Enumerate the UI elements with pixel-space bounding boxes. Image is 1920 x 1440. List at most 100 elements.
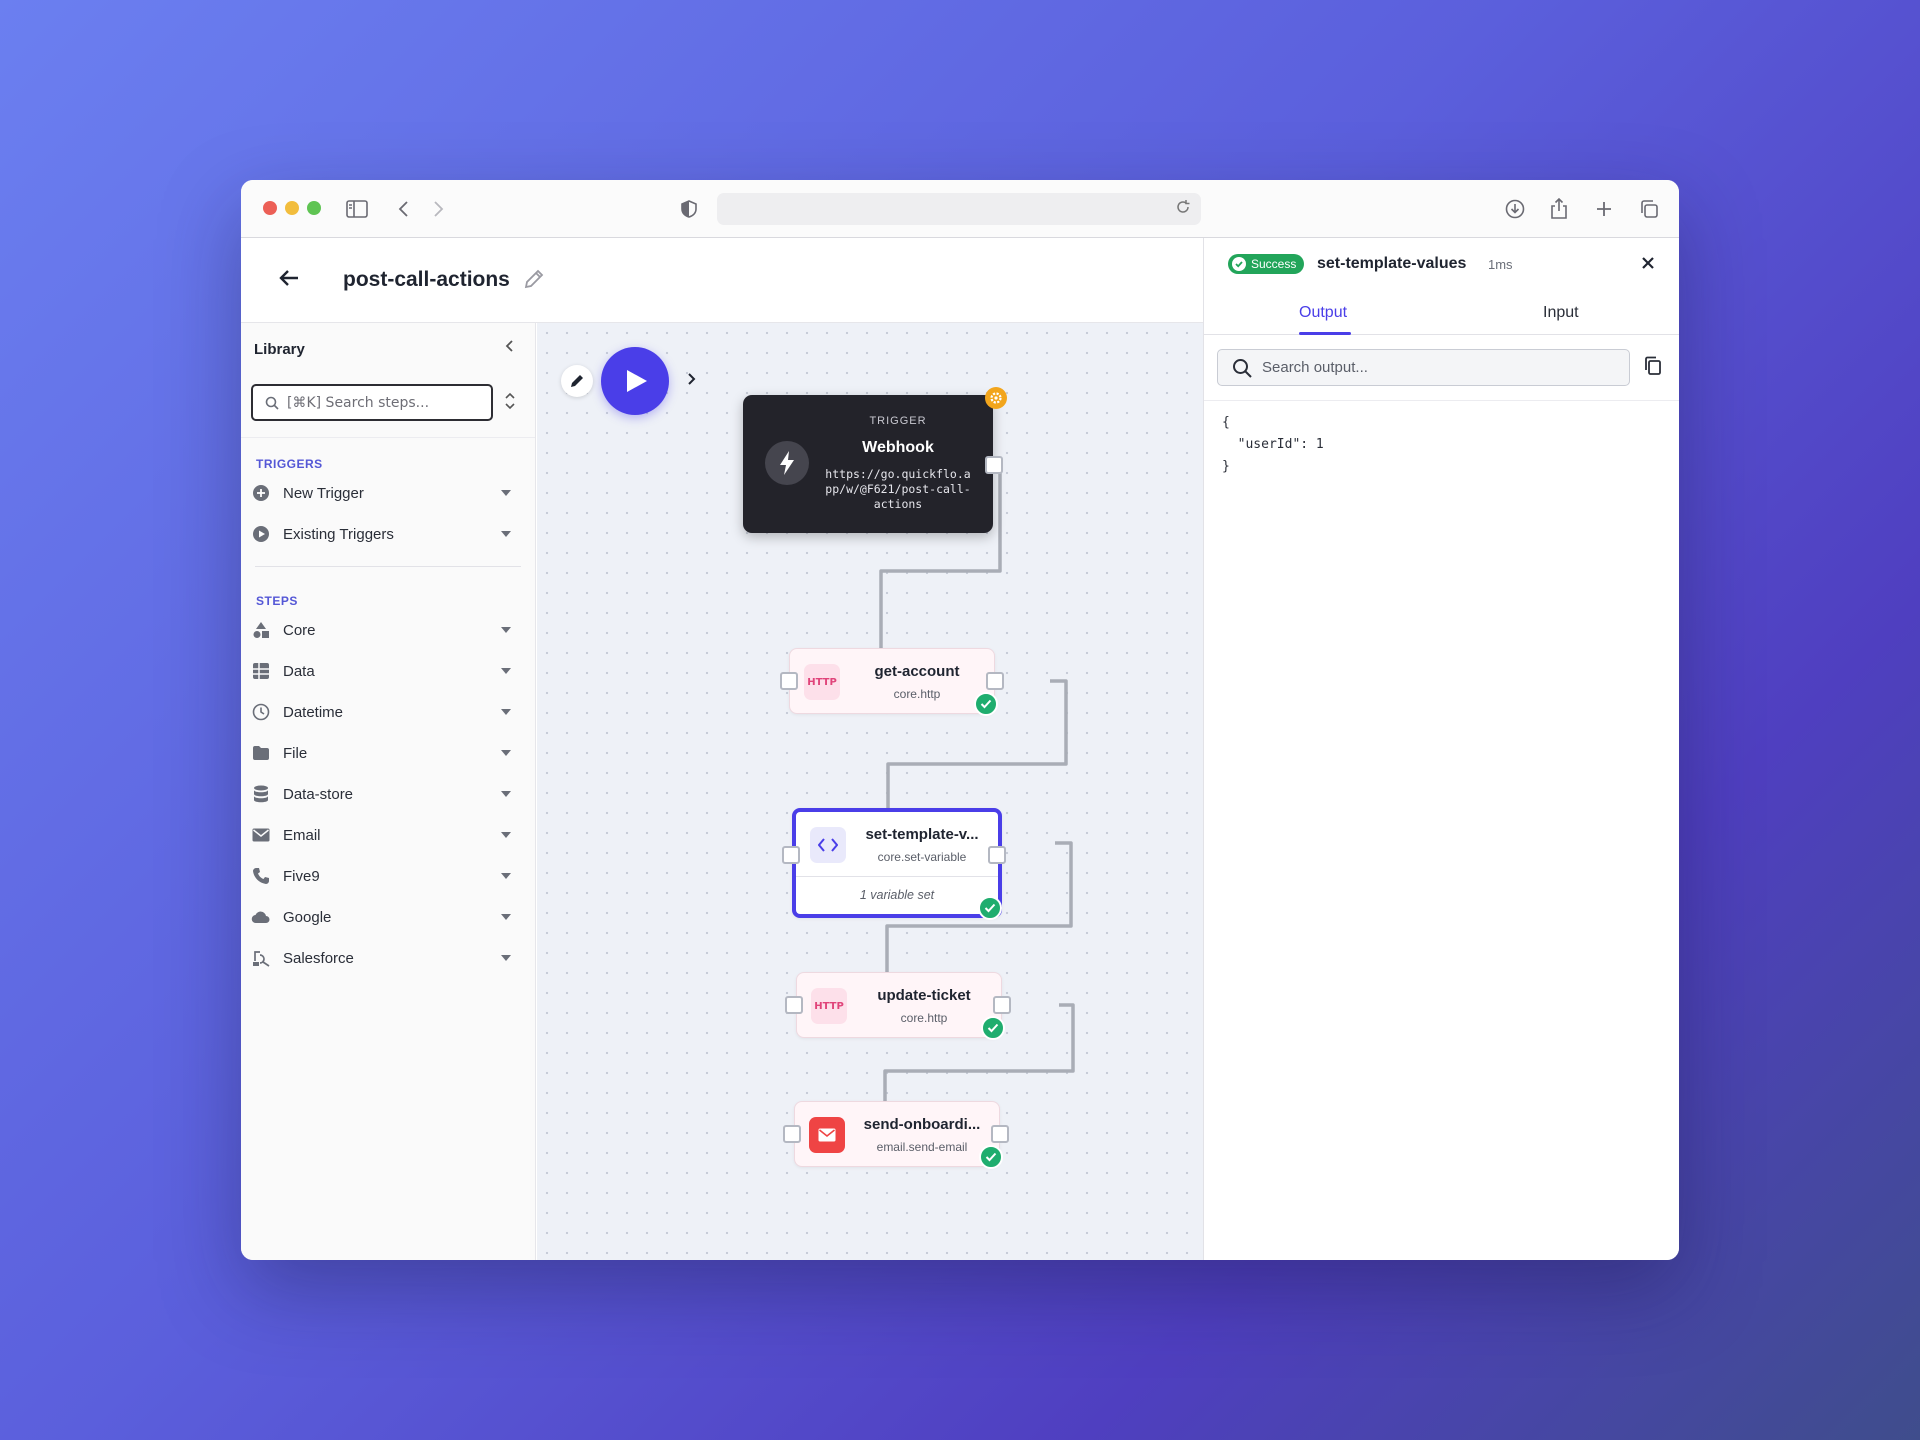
- tab-overview-icon[interactable]: [1637, 197, 1661, 221]
- close-window-button[interactable]: [263, 201, 277, 215]
- panel-tabs: Output Input: [1204, 292, 1679, 335]
- code-brackets-icon: [810, 827, 846, 863]
- success-check-icon: [979, 1145, 1003, 1169]
- library-item-label: New Trigger: [283, 484, 364, 502]
- clock-icon: [251, 702, 271, 722]
- sidebar-toggle-icon[interactable]: [345, 197, 369, 221]
- output-search[interactable]: [1217, 349, 1630, 386]
- library-item-google[interactable]: Google: [251, 899, 521, 935]
- input-port-get-account[interactable]: [780, 672, 798, 690]
- mail-icon: [251, 825, 271, 845]
- http-icon: HTTP: [804, 664, 840, 700]
- workflow-header: post-call-actions: [241, 238, 1203, 323]
- phone-icon: [251, 866, 271, 886]
- salesforce-icon: [251, 948, 271, 968]
- chevron-down-icon: [499, 910, 513, 924]
- execution-duration: 1ms: [1488, 257, 1513, 272]
- gear-icon[interactable]: [985, 387, 1007, 409]
- library-item-file[interactable]: File: [251, 735, 521, 771]
- output-port-get-account[interactable]: [986, 672, 1004, 690]
- library-item-label: Data: [283, 662, 315, 680]
- trigger-node-webhook[interactable]: TRIGGER Webhook https://go.quickflo.app/…: [743, 395, 993, 533]
- divider: [1204, 400, 1679, 401]
- close-icon[interactable]: [1640, 255, 1660, 275]
- library-item-five9[interactable]: Five9: [251, 858, 521, 894]
- chevron-down-icon: [499, 664, 513, 678]
- step-node-send-onboarding[interactable]: send-onboardi... email.send-email: [794, 1101, 1000, 1167]
- library-item-salesforce[interactable]: Salesforce: [251, 940, 521, 976]
- search-icon: [1232, 358, 1252, 378]
- shield-icon[interactable]: [677, 197, 701, 221]
- run-workflow-button[interactable]: [601, 347, 669, 415]
- chevron-down-icon: [499, 746, 513, 760]
- database-icon: [251, 784, 271, 804]
- library-item-label: Five9: [283, 867, 320, 885]
- library-item-core[interactable]: Core: [251, 612, 521, 648]
- library-item-label: Core: [283, 621, 316, 639]
- library-item-new-trigger[interactable]: New Trigger: [251, 475, 521, 511]
- library-item-datetime[interactable]: Datetime: [251, 694, 521, 730]
- library-item-data[interactable]: Data: [251, 653, 521, 689]
- step-name: set-template-v...: [865, 826, 979, 843]
- library-item-label: Data-store: [283, 785, 354, 803]
- step-name: send-onboardi...: [863, 1116, 981, 1133]
- grid-icon: [251, 661, 271, 681]
- output-port-set-template-values[interactable]: [988, 846, 1006, 864]
- tab-input[interactable]: Input: [1543, 304, 1579, 322]
- library-item-existing-triggers[interactable]: Existing Triggers: [251, 516, 521, 552]
- edit-mode-button[interactable]: [561, 365, 593, 397]
- mail-icon: [809, 1117, 845, 1153]
- cloud-icon: [251, 907, 271, 927]
- library-search[interactable]: [251, 384, 493, 421]
- divider: [255, 566, 521, 567]
- library-item-label: Google: [283, 908, 332, 926]
- step-node-get-account[interactable]: HTTP get-account core.http: [789, 648, 995, 714]
- chevron-down-icon: [499, 828, 513, 842]
- input-port-update-ticket[interactable]: [785, 996, 803, 1014]
- triggers-section-label: TRIGGERS: [256, 457, 323, 471]
- chevron-right-icon[interactable]: [685, 372, 703, 390]
- collapse-chevron-icon[interactable]: [503, 339, 523, 359]
- divider: [241, 437, 535, 438]
- minimize-window-button[interactable]: [285, 201, 299, 215]
- panel-header: Success set-template-values 1ms: [1204, 238, 1679, 292]
- browser-window: post-call-actions Library TRIGGERS New T…: [241, 180, 1679, 1260]
- step-node-set-template-values[interactable]: set-template-v... core.set-variable 1 vari…: [792, 808, 1002, 918]
- library-item-data-store[interactable]: Data-store: [251, 776, 521, 812]
- download-icon[interactable]: [1503, 197, 1527, 221]
- step-note: 1 variable set: [859, 888, 935, 902]
- browser-forward-icon[interactable]: [427, 197, 451, 221]
- trigger-output-port[interactable]: [985, 456, 1003, 474]
- trigger-kind-label: TRIGGER: [869, 415, 927, 427]
- zoom-window-button[interactable]: [307, 201, 321, 215]
- address-bar[interactable]: [717, 193, 1201, 225]
- step-details-panel: Success set-template-values 1ms Output I…: [1203, 238, 1679, 1260]
- play-icon: [626, 369, 648, 393]
- active-tab-indicator: [1299, 332, 1351, 335]
- library-sidebar: Library TRIGGERS New Trigger Existi: [241, 323, 536, 1260]
- output-search-input[interactable]: [1262, 359, 1602, 376]
- library-item-label: Datetime: [283, 703, 344, 721]
- back-arrow-icon[interactable]: [277, 266, 305, 294]
- edit-title-icon[interactable]: [523, 268, 549, 294]
- share-icon[interactable]: [1547, 197, 1571, 221]
- step-type: core.http: [900, 1011, 948, 1025]
- output-port-send-onboarding[interactable]: [991, 1125, 1009, 1143]
- sort-icon[interactable]: [503, 391, 521, 415]
- library-item-email[interactable]: Email: [251, 817, 521, 853]
- step-node-update-ticket[interactable]: HTTP update-ticket core.http: [796, 972, 1002, 1038]
- input-port-send-onboarding[interactable]: [783, 1125, 801, 1143]
- reload-icon[interactable]: [1175, 199, 1195, 219]
- plus-circle-icon: [251, 483, 271, 503]
- webhook-url: https://go.quickflo.app/w/@F621/post-cal…: [825, 467, 971, 511]
- browser-back-icon[interactable]: [391, 197, 415, 221]
- tab-output[interactable]: Output: [1299, 304, 1347, 322]
- workflow-canvas[interactable]: TRIGGER Webhook https://go.quickflo.app/…: [537, 323, 1203, 1260]
- input-port-set-template-values[interactable]: [782, 846, 800, 864]
- new-tab-icon[interactable]: [1592, 197, 1616, 221]
- library-search-input[interactable]: [287, 394, 467, 411]
- step-type: email.send-email: [876, 1140, 968, 1154]
- step-name: update-ticket: [877, 987, 971, 1004]
- output-port-update-ticket[interactable]: [993, 996, 1011, 1014]
- copy-icon[interactable]: [1644, 356, 1666, 378]
